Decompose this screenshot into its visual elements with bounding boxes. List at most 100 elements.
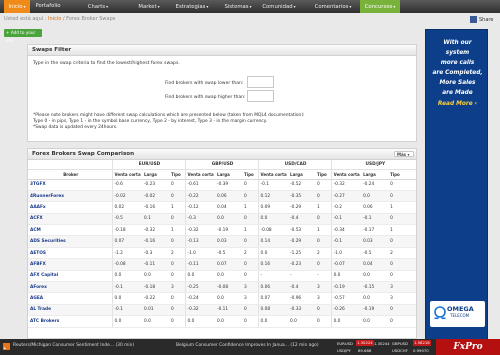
swap-value-cell: 0.02 — [111, 201, 142, 214]
swap-value-cell: -0.1 — [111, 304, 142, 317]
broker-link[interactable]: ACFX — [28, 213, 112, 226]
table-row: ACM -0.18 -0.32 1 -0.32 -0.19 1 -0.08 -0.53 1 -0.3… — [28, 224, 416, 237]
omega-logo-icon — [434, 306, 446, 320]
broker-link[interactable]: 4RunnerForex — [28, 190, 112, 203]
swap-value-cell: -0.15 — [361, 281, 389, 294]
share-label: Share — [479, 17, 494, 23]
broker-link[interactable]: AGEA — [28, 292, 112, 305]
swap-value-cell: 0.0 — [184, 315, 216, 328]
swap-value-cell: 1 — [242, 224, 259, 237]
broker-link[interactable]: ATC Brokers — [28, 315, 112, 328]
swap-value-cell: 0 — [388, 304, 416, 317]
usdjpy-label: USDJPY — [337, 348, 351, 353]
omega-telecom-logo: OMEGA TELECOM — [430, 301, 485, 327]
swap-value-cell: 0 — [388, 190, 416, 203]
ad-line: more calls — [440, 60, 475, 66]
nav-item-market[interactable]: Market▾ — [133, 0, 165, 13]
swap-value-cell: -0.24 — [361, 179, 389, 191]
swap-value-cell: 3 — [388, 292, 416, 305]
swap-value-cell: 0.0 — [361, 315, 389, 328]
swap-value-cell: 0.04 — [361, 258, 389, 271]
swap-note-2: Type 0 - in pips, Type 1 - in the symbol… — [33, 119, 268, 124]
nav-item-sistemas[interactable]: Sistemas▾ — [220, 0, 256, 13]
swap-value-cell: 0 — [315, 190, 332, 203]
swap-value-cell: 0.0 — [184, 270, 216, 283]
broker-link[interactable]: AFX Capital — [28, 270, 112, 283]
nav-item-comunidad[interactable]: Comunidad▾ — [260, 0, 298, 13]
ad-banner[interactable]: With our system more calls are Completed… — [425, 29, 488, 343]
table-row: AFBFX -0.08 -0.11 0 -0.11 0.07 0 0.16 -0.23 0 -0.0… — [28, 258, 416, 271]
swap-higher-input[interactable] — [247, 90, 274, 102]
swap-value-cell: 0.08 — [257, 304, 289, 317]
pair-header: GBP/USD — [184, 160, 259, 170]
nav-item-portafolio[interactable]: Portafolio — [33, 0, 63, 13]
table-row: AForex -0.1 -0.18 3 -0.25 -0.08 3 0.06 -0.4 3 -0.1… — [28, 281, 416, 294]
swap-rows: 3TGFX -0.6 -0.23 0 -0.61 -0.39 0 -0.1 -0.52 0 -0.3… — [28, 179, 416, 328]
swap-value-cell: - — [288, 270, 316, 283]
breadcrumb-home-link[interactable]: Inicio — [48, 16, 61, 22]
nav-item-inicio[interactable]: Inicio▾ — [4, 0, 30, 13]
swap-lower-label: Find brokers with swap lower than: — [165, 81, 244, 86]
ticker-news-1[interactable]: Reuters/Michigan Consumer Sentiment Inde… — [13, 343, 134, 348]
usdchf-label: USDCHF — [392, 348, 408, 353]
swap-value-cell: 0 — [169, 270, 186, 283]
ad-logo-text: OMEGA — [447, 305, 474, 313]
nav-item-charts[interactable]: Charts▾ — [83, 0, 113, 13]
swap-value-cell: 0.01 — [142, 304, 169, 317]
swap-value-cell: 0.0 — [330, 315, 362, 328]
swap-value-cell: -0.08 — [215, 281, 243, 294]
swap-value-cell: 1 — [242, 201, 259, 214]
swap-value-cell: 0 — [315, 258, 332, 271]
swap-value-cell: -0.6 — [111, 179, 142, 191]
broker-link[interactable]: ADS Securities — [28, 235, 112, 248]
fxpro-logo[interactable]: FxPro — [436, 339, 500, 355]
swap-value-cell: -0.32 — [184, 224, 216, 237]
nav-item-estrategias[interactable]: Estrategias▾ — [172, 0, 212, 13]
swaps-filter-panel: Swaps Filter Type in the swap criteria t… — [27, 44, 417, 142]
swap-value-cell: -0.4 — [288, 213, 316, 226]
swap-value-cell: 1 — [169, 224, 186, 237]
swap-value-cell: -0.39 — [215, 179, 243, 191]
column-header: Larga — [215, 169, 243, 180]
swap-value-cell: -0.18 — [142, 281, 169, 294]
broker-link[interactable]: AForex — [28, 281, 112, 294]
swap-value-cell: -0.5 — [111, 213, 142, 226]
ticker-news-2[interactable]: Belgium Consumer Confidence Improves In … — [176, 343, 319, 348]
broker-link[interactable]: 3TGFX — [28, 179, 112, 191]
pair-header: USD/CAD — [257, 160, 332, 170]
swap-value-cell: 1 — [169, 201, 186, 214]
swap-value-cell: 0.14 — [257, 235, 289, 248]
swap-lower-input[interactable] — [247, 76, 274, 88]
nav-item-concursos[interactable]: Concursos▾ — [360, 0, 400, 13]
swap-value-cell: -0.11 — [184, 258, 216, 271]
swap-value-cell: 0 — [315, 235, 332, 248]
swap-value-cell: 0.0 — [257, 247, 289, 260]
column-header: Venta corta — [257, 169, 289, 180]
swap-value-cell: 0.0 — [330, 270, 362, 283]
mas-dropdown[interactable]: Más ▾ — [394, 151, 414, 157]
ad-read-more-link[interactable]: Read More › — [426, 101, 489, 107]
share-button[interactable]: Share — [470, 16, 493, 23]
table-row: ATC Brokers 0.0 0.0 0 0.0 0.0 0 0.0 0.0 0 0.0 0.0 0 — [28, 315, 416, 328]
swap-value-cell: 2 — [242, 247, 259, 260]
swap-value-cell: -0.26 — [330, 304, 362, 317]
swap-value-cell: 0.06 — [215, 190, 243, 203]
swap-value-cell: 0.06 — [257, 281, 289, 294]
eurusd-bid: 1.30224 — [356, 340, 374, 346]
breadcrumb-current: Forex Broker Swaps — [66, 16, 116, 22]
swap-value-cell: -0.11 — [215, 304, 243, 317]
swap-value-cell: -0.02 — [111, 190, 142, 203]
swap-value-cell: 0 — [242, 179, 259, 191]
broker-link[interactable]: AAAFx — [28, 201, 112, 214]
broker-column-header: Broker — [28, 169, 112, 180]
broker-link[interactable]: AETOS — [28, 247, 112, 260]
broker-link[interactable]: ACM — [28, 224, 112, 237]
nav-item-comentarios[interactable]: Comentarios▾ — [312, 0, 354, 13]
table-row: AAAFx 0.02 -0.16 1 -0.12 0.04 1 0.09 -0.29 1 -0.2 0… — [28, 201, 416, 214]
swap-higher-label: Find brokers with swap higher than: — [165, 95, 246, 100]
swap-value-cell: 0.0 — [361, 190, 389, 203]
ad-line: system — [445, 50, 470, 56]
broker-link[interactable]: AFBFX — [28, 258, 112, 271]
broker-link[interactable]: AL Trade — [28, 304, 112, 317]
add-to-site-button[interactable]: + Add to your site — [4, 29, 42, 43]
